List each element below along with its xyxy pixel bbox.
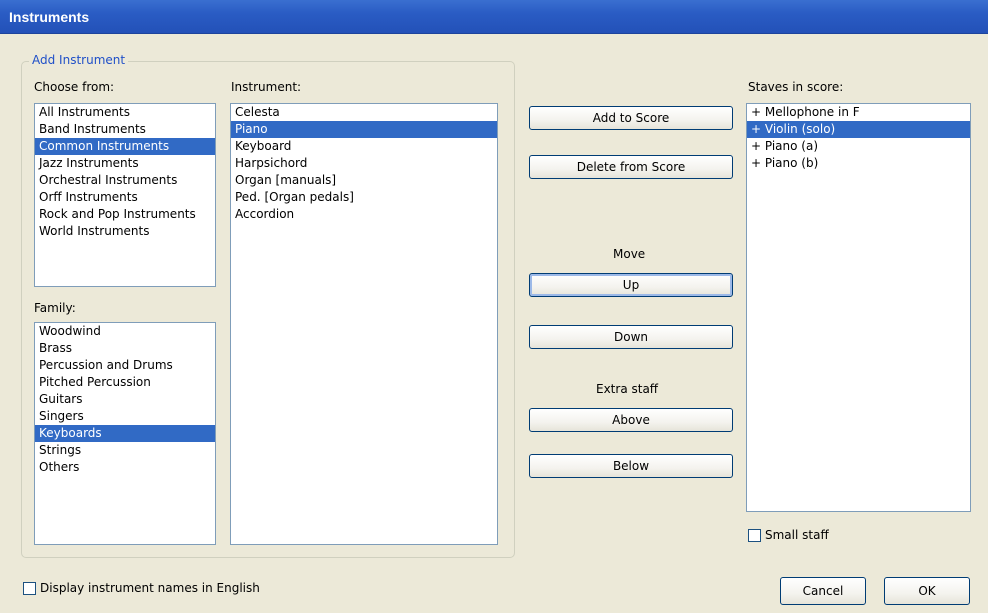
- move-label: Move: [613, 247, 646, 261]
- family-listbox[interactable]: Woodwind Brass Percussion and Drums Pitched…: [34, 322, 216, 545]
- family-item[interactable]: Keyboards: [35, 425, 215, 442]
- staves-listbox[interactable]: + Mellophone in F + Violin (solo) + Piano …: [746, 103, 971, 512]
- choose-from-item[interactable]: World Instruments: [35, 223, 215, 240]
- move-up-button[interactable]: Up: [529, 273, 733, 297]
- small-staff-checkbox[interactable]: Small staff: [748, 528, 829, 542]
- instrument-item[interactable]: Harpsichord: [231, 155, 497, 172]
- family-item[interactable]: Others: [35, 459, 215, 476]
- family-item[interactable]: Pitched Percussion: [35, 374, 215, 391]
- title-bar[interactable]: Instruments: [0, 0, 988, 34]
- extra-staff-below-button[interactable]: Below: [529, 454, 733, 478]
- staff-item[interactable]: + Mellophone in F: [747, 104, 970, 121]
- add-to-score-button[interactable]: Add to Score: [529, 106, 733, 130]
- family-item[interactable]: Brass: [35, 340, 215, 357]
- add-instrument-group-label: Add Instrument: [29, 53, 129, 67]
- delete-from-score-button[interactable]: Delete from Score: [529, 155, 733, 179]
- move-down-button[interactable]: Down: [529, 325, 733, 349]
- family-item[interactable]: Percussion and Drums: [35, 357, 215, 374]
- choose-from-item[interactable]: Rock and Pop Instruments: [35, 206, 215, 223]
- ok-button[interactable]: OK: [884, 577, 970, 605]
- display-english-label: Display instrument names in English: [40, 581, 260, 595]
- family-item[interactable]: Woodwind: [35, 323, 215, 340]
- choose-from-item[interactable]: Common Instruments: [35, 138, 215, 155]
- staff-item[interactable]: + Piano (b): [747, 155, 970, 172]
- extra-staff-label: Extra staff: [596, 382, 659, 396]
- instrument-listbox[interactable]: Celesta Piano Keyboard Harpsichord Organ [ma…: [230, 103, 498, 545]
- choose-from-item[interactable]: All Instruments: [35, 104, 215, 121]
- family-item[interactable]: Guitars: [35, 391, 215, 408]
- instrument-item[interactable]: Ped. [Organ pedals]: [231, 189, 497, 206]
- instrument-item[interactable]: Piano: [231, 121, 497, 138]
- choose-from-label: Choose from:: [34, 80, 115, 94]
- instrument-label: Instrument:: [231, 80, 302, 94]
- choose-from-item[interactable]: Band Instruments: [35, 121, 215, 138]
- choose-from-listbox[interactable]: All Instruments Band Instruments Common In…: [34, 103, 216, 287]
- instrument-item[interactable]: Organ [manuals]: [231, 172, 497, 189]
- family-item[interactable]: Strings: [35, 442, 215, 459]
- family-item[interactable]: Singers: [35, 408, 215, 425]
- instrument-item[interactable]: Keyboard: [231, 138, 497, 155]
- small-staff-checkbox-box[interactable]: [748, 528, 761, 542]
- extra-staff-above-button[interactable]: Above: [529, 408, 733, 432]
- instrument-item[interactable]: Accordion: [231, 206, 497, 223]
- cancel-button[interactable]: Cancel: [780, 577, 866, 605]
- small-staff-label: Small staff: [765, 528, 829, 542]
- staff-item[interactable]: + Piano (a): [747, 138, 970, 155]
- display-english-checkbox-box[interactable]: [23, 581, 36, 595]
- family-label: Family:: [34, 301, 76, 315]
- staves-label: Staves in score:: [748, 80, 844, 94]
- choose-from-item[interactable]: Orff Instruments: [35, 189, 215, 206]
- choose-from-item[interactable]: Orchestral Instruments: [35, 172, 215, 189]
- staff-item[interactable]: + Violin (solo): [747, 121, 970, 138]
- choose-from-item[interactable]: Jazz Instruments: [35, 155, 215, 172]
- window-title: Instruments: [9, 9, 90, 25]
- display-english-checkbox[interactable]: Display instrument names in English: [23, 581, 260, 595]
- instrument-item[interactable]: Celesta: [231, 104, 497, 121]
